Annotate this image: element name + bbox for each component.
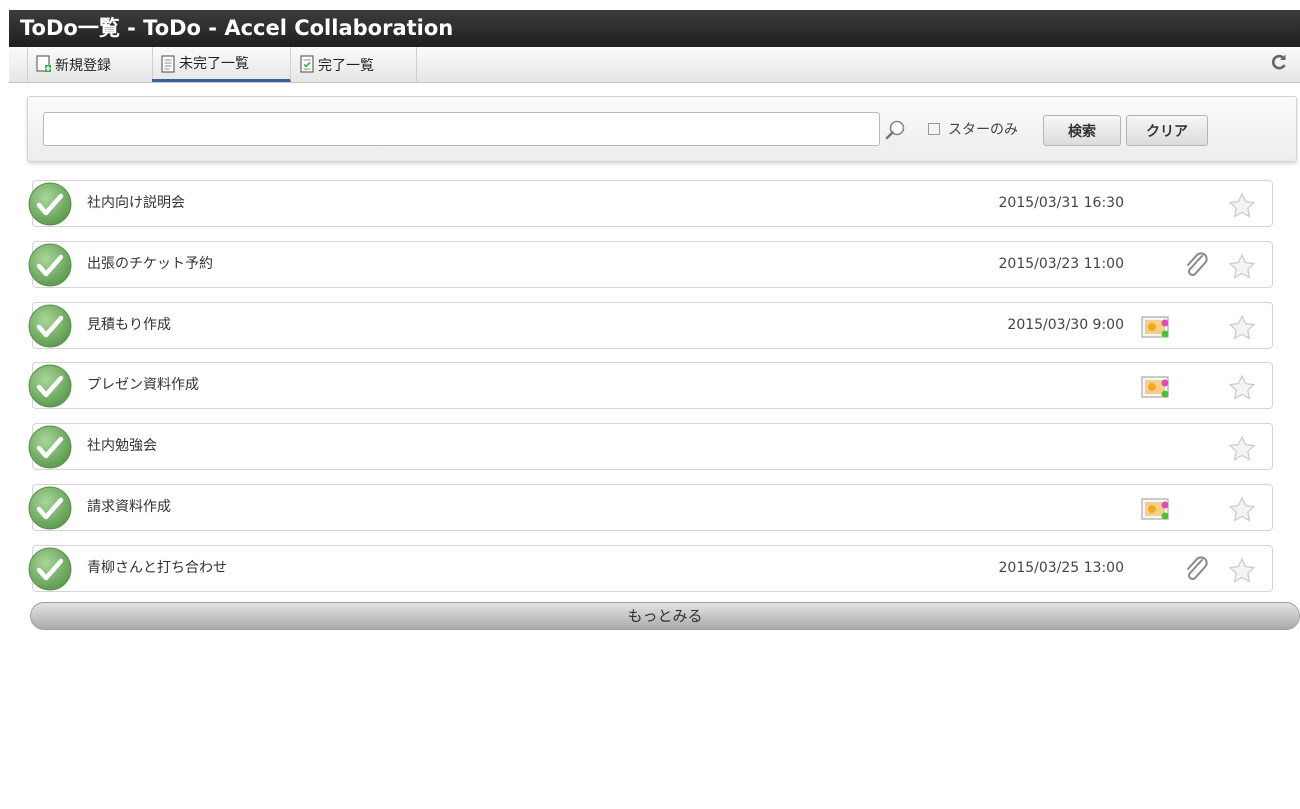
image-icon xyxy=(1140,313,1174,341)
todo-title[interactable]: 社内向け説明会 xyxy=(87,192,185,212)
search-input[interactable] xyxy=(43,112,880,146)
todo-row[interactable]: プレゼン資料作成 xyxy=(28,362,1273,409)
todo-row[interactable]: 見積もり作成 2015/03/30 9:00 xyxy=(28,302,1273,349)
complete-check-icon[interactable] xyxy=(27,424,73,470)
todo-row[interactable]: 請求資料作成 xyxy=(28,484,1273,531)
tab-complete-label: 完了一覧 xyxy=(318,57,374,74)
image-icon xyxy=(1140,373,1174,401)
star-icon[interactable] xyxy=(1228,253,1256,280)
tab-new[interactable]: 新規登録 xyxy=(27,47,153,82)
complete-check-icon[interactable] xyxy=(27,546,73,592)
star-icon[interactable] xyxy=(1228,557,1256,584)
star-icon[interactable] xyxy=(1228,435,1256,462)
star-icon[interactable] xyxy=(1228,496,1256,523)
todo-title[interactable]: 出張のチケット予約 xyxy=(87,253,213,273)
todo-title[interactable]: プレゼン資料作成 xyxy=(87,374,199,394)
todo-due-date: 2015/03/25 13:00 xyxy=(998,560,1125,576)
todo-row[interactable]: 青柳さんと打ち合わせ 2015/03/25 13:00 xyxy=(28,545,1273,592)
complete-check-icon[interactable] xyxy=(27,303,73,349)
complete-check-icon[interactable] xyxy=(27,181,73,227)
todo-title[interactable]: 青柳さんと打ち合わせ xyxy=(87,557,227,577)
search-icon[interactable] xyxy=(884,118,908,142)
complete-check-icon[interactable] xyxy=(27,485,73,531)
todo-title[interactable]: 見積もり作成 xyxy=(87,314,171,334)
star-only-label: スターのみ xyxy=(948,122,1018,138)
clear-button[interactable]: クリア xyxy=(1126,115,1208,146)
attachment-icon xyxy=(1183,251,1209,279)
tab-incomplete-label: 未完了一覧 xyxy=(179,56,249,72)
checkbox-box[interactable] xyxy=(928,123,940,135)
star-only-checkbox[interactable]: スターのみ xyxy=(928,119,1018,139)
todo-title[interactable]: 社内勉強会 xyxy=(87,435,157,455)
todo-row[interactable]: 社内向け説明会 2015/03/31 16:30 xyxy=(28,180,1273,227)
star-icon[interactable] xyxy=(1228,314,1256,341)
checked-document-icon xyxy=(299,55,315,77)
todo-row[interactable]: 社内勉強会 xyxy=(28,423,1273,470)
star-icon[interactable] xyxy=(1228,374,1256,401)
star-icon[interactable] xyxy=(1228,192,1256,219)
attachment-icon xyxy=(1183,555,1209,583)
todo-due-date: 2015/03/30 9:00 xyxy=(1007,317,1124,333)
todo-title[interactable]: 請求資料作成 xyxy=(87,496,171,516)
todo-due-date: 2015/03/23 11:00 xyxy=(998,256,1125,272)
tab-bar: 新規登録 未完了一覧 完了一覧 xyxy=(9,47,1300,83)
todo-due-date: 2015/03/31 16:30 xyxy=(998,195,1125,211)
document-list-icon xyxy=(160,55,176,77)
search-button[interactable]: 検索 xyxy=(1043,115,1121,146)
more-button[interactable]: もっとみる xyxy=(30,602,1300,630)
window-title: ToDo一覧 - ToDo - Accel Collaboration xyxy=(9,10,1300,47)
tab-incomplete[interactable]: 未完了一覧 xyxy=(152,47,291,82)
new-document-icon xyxy=(36,55,52,77)
tab-complete[interactable]: 完了一覧 xyxy=(291,47,417,82)
complete-check-icon[interactable] xyxy=(27,242,73,288)
todo-row[interactable]: 出張のチケット予約 2015/03/23 11:00 xyxy=(28,241,1273,288)
image-icon xyxy=(1140,495,1174,523)
refresh-icon[interactable] xyxy=(1268,53,1290,75)
complete-check-icon[interactable] xyxy=(27,363,73,409)
tab-new-label: 新規登録 xyxy=(55,57,111,74)
search-panel: スターのみ 検索 クリア xyxy=(27,96,1297,162)
